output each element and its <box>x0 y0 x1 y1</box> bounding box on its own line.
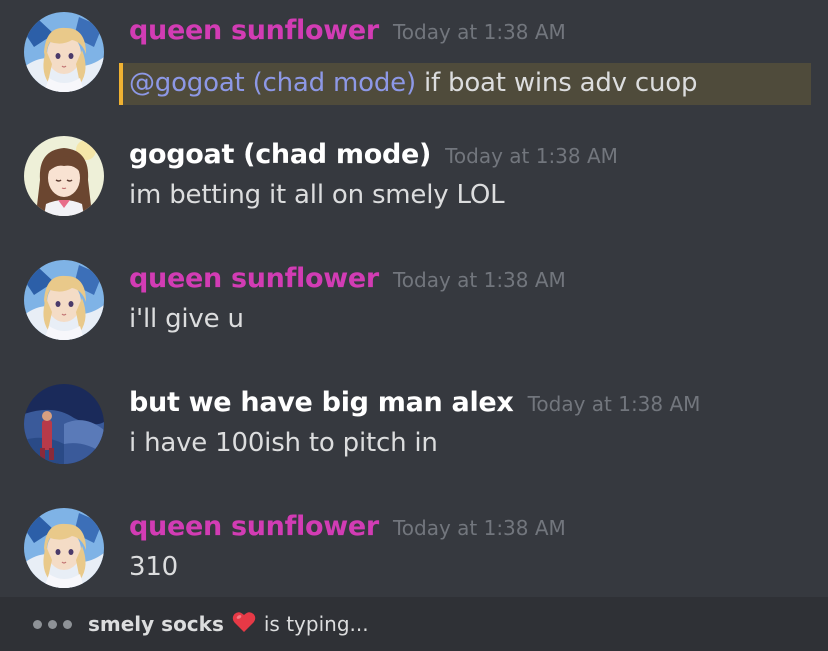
message-header: gogoat (chad mode) Today at 1:38 AM <box>129 139 618 179</box>
anime-girl-brunette-avatar-icon <box>24 136 104 216</box>
message-header: queen sunflower Today at 1:38 AM <box>129 263 566 303</box>
username[interactable]: gogoat (chad mode) <box>129 139 431 170</box>
avatar[interactable] <box>24 260 104 340</box>
typing-user-name: smely socks <box>88 612 224 636</box>
username[interactable]: queen sunflower <box>129 263 379 294</box>
heart-emoji-icon <box>232 612 256 632</box>
typing-dot <box>33 619 42 629</box>
username[interactable]: queen sunflower <box>129 15 379 46</box>
heart-icon <box>232 611 256 637</box>
avatar[interactable] <box>24 12 104 92</box>
anime-girl-blonde-avatar-icon <box>24 508 104 588</box>
avatar[interactable] <box>24 136 104 216</box>
timestamp[interactable]: Today at 1:38 AM <box>528 392 701 416</box>
typing-status-text: is typing... <box>263 612 369 636</box>
night-scene-avatar-icon <box>24 384 104 464</box>
message-header: but we have big man alex Today at 1:38 AM <box>129 387 700 427</box>
typing-dot <box>48 619 57 629</box>
avatar[interactable] <box>24 384 104 464</box>
typing-dots-icon <box>33 619 72 629</box>
timestamp[interactable]: Today at 1:38 AM <box>393 20 566 44</box>
message-text: i have 100ish to pitch in <box>129 428 438 458</box>
message-header: queen sunflower Today at 1:38 AM <box>129 511 566 551</box>
typing-indicator: smely socks is typing... <box>0 597 828 651</box>
anime-girl-blonde-avatar-icon <box>24 260 104 340</box>
anime-girl-blonde-avatar-icon <box>24 12 104 92</box>
chat-messages: queen sunflower Today at 1:38 AM @gogoat … <box>0 0 828 651</box>
username[interactable]: queen sunflower <box>129 511 379 542</box>
message-content: @gogoat (chad mode) if boat wins adv cuo… <box>129 68 697 98</box>
message-header: queen sunflower Today at 1:38 AM <box>129 15 566 55</box>
timestamp[interactable]: Today at 1:38 AM <box>393 268 566 292</box>
message-text: if boat wins adv cuop <box>415 68 698 98</box>
timestamp[interactable]: Today at 1:38 AM <box>445 144 618 168</box>
message-text: 310 <box>129 552 179 582</box>
username[interactable]: but we have big man alex <box>129 387 514 418</box>
avatar[interactable] <box>24 508 104 588</box>
message-text: i'll give u <box>129 304 244 334</box>
typing-dot <box>63 619 72 629</box>
user-mention[interactable]: @gogoat (chad mode) <box>129 68 416 98</box>
message-text: im betting it all on smely LOL <box>129 180 505 210</box>
timestamp[interactable]: Today at 1:38 AM <box>393 516 566 540</box>
